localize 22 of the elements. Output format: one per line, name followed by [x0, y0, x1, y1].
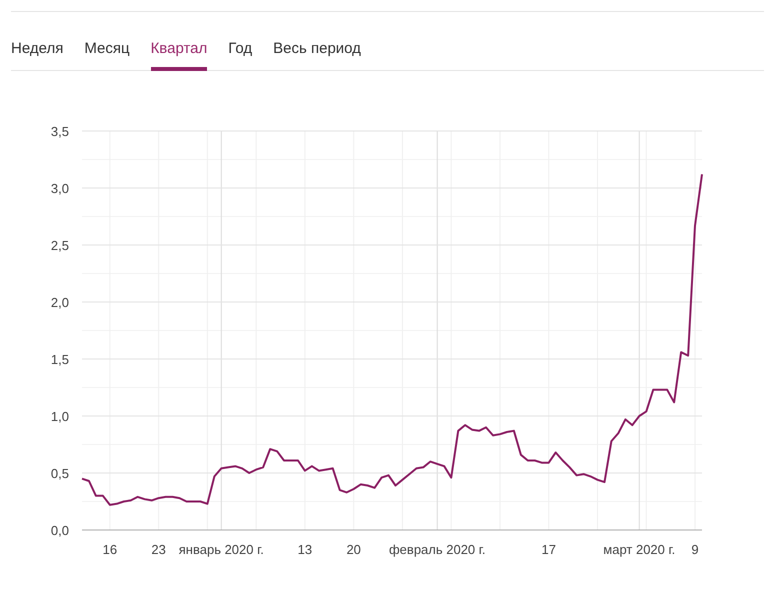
x-axis-label: 20	[346, 542, 361, 557]
x-axis-label: февраль 2020 г.	[389, 542, 486, 557]
x-axis-label: 17	[542, 542, 556, 557]
y-axis-label: 0,0	[50, 523, 69, 538]
x-axis-label: 16	[102, 542, 118, 557]
y-axis-label: 1,0	[50, 409, 69, 424]
period-tab[interactable]: Год	[228, 32, 252, 71]
period-tab[interactable]: Весь период	[273, 32, 361, 71]
y-axis-label: 3,0	[50, 181, 69, 196]
y-axis-label: 2,0	[50, 295, 69, 310]
period-tab[interactable]: Месяц	[84, 32, 130, 71]
y-axis-label: 1,5	[50, 352, 69, 367]
x-axis-label: 23	[151, 542, 166, 557]
x-axis-label: март 2020 г.	[603, 542, 676, 557]
y-axis-label: 0,5	[50, 466, 69, 481]
y-axis-label: 2,5	[50, 238, 69, 253]
period-tab[interactable]: Неделя	[11, 32, 64, 71]
x-axis-label: январь 2020 г.	[178, 542, 264, 557]
x-axis-label: 13	[298, 542, 312, 557]
x-axis-label: 9	[691, 542, 699, 557]
period-tab[interactable]: Квартал	[150, 32, 208, 71]
y-axis-label: 3,5	[50, 124, 69, 139]
